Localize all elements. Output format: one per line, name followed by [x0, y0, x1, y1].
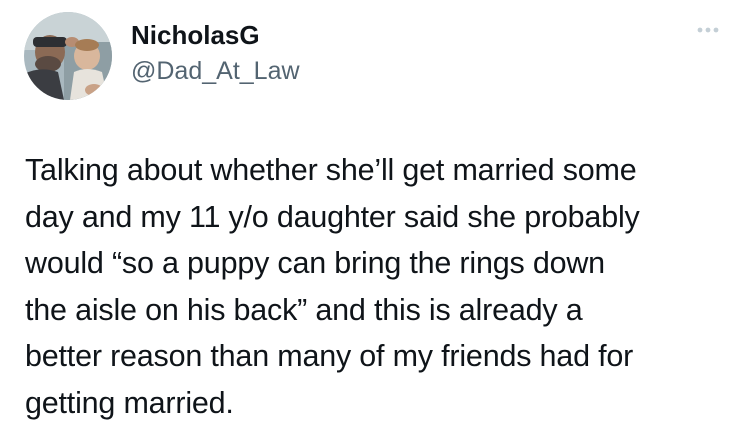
avatar[interactable] — [24, 12, 112, 100]
author-handle[interactable]: @Dad_At_Law — [131, 55, 300, 87]
author-display-name[interactable]: NicholasG — [131, 18, 260, 52]
more-options-button[interactable] — [688, 18, 728, 42]
more-dots-icon — [697, 27, 719, 33]
tweet-text: Talking about whether she’ll get married… — [25, 153, 640, 420]
tweet-card: NicholasG @Dad_At_Law Talking about whet… — [0, 0, 750, 437]
avatar-photo — [24, 12, 112, 100]
